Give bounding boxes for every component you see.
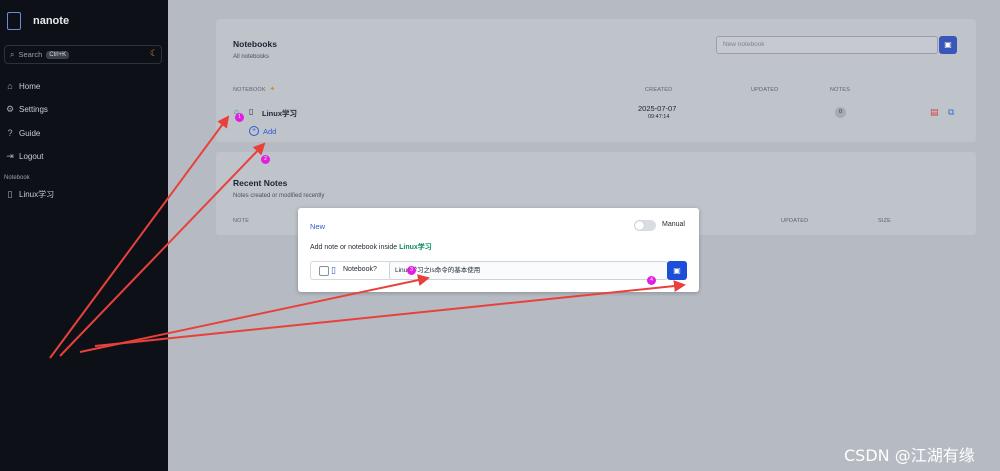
arrow-4 <box>94 280 686 347</box>
arrow-3 <box>79 274 430 353</box>
annotation-arrows <box>49 115 686 359</box>
arrow-1 <box>49 115 230 359</box>
step-marker-4: 4 <box>647 276 656 285</box>
step-marker-1: 1 <box>235 113 244 122</box>
step-marker-3: 3 <box>407 266 416 275</box>
watermark: CSDN @江湖有缘 <box>844 446 975 465</box>
arrow-2 <box>59 142 266 357</box>
step-marker-2: 2 <box>261 155 270 164</box>
